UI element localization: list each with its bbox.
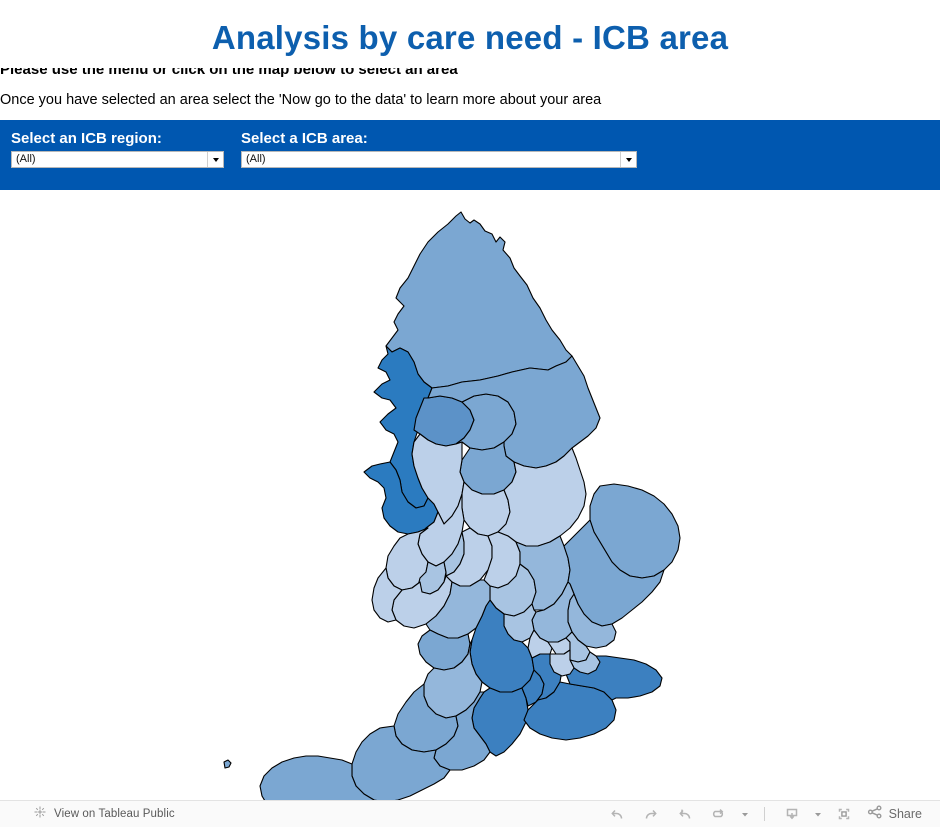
map-regions [223,211,681,800]
share-icon [867,804,883,825]
filter-banner: Select an ICB region: (All) Select a ICB… [0,120,940,298]
region-filter-label: Select an ICB region: [11,130,162,147]
region-filter-group: Select an ICB region: (All) [11,129,224,168]
view-on-tableau-public-link[interactable]: View on Tableau Public [33,805,175,824]
download-button[interactable] [775,801,809,828]
refresh-button[interactable] [702,801,736,828]
chevron-down-icon[interactable] [620,152,636,167]
map-region[interactable] [223,759,232,769]
area-filter-label: Select a ICB area: [241,130,368,147]
redo-button[interactable] [634,801,668,828]
toolbar-divider [763,807,765,821]
region-select-value: (All) [16,153,36,165]
area-filter-group: Select a ICB area: (All) [241,129,637,168]
fullscreen-button[interactable] [827,801,861,828]
tableau-link-label: View on Tableau Public [54,808,175,820]
revert-button[interactable] [668,801,702,828]
share-label: Share [888,807,922,821]
instruction-primary: Please use the menu or click on the map … [0,68,458,78]
page-title: Analysis by care need - ICB area [211,19,729,56]
share-button[interactable]: Share [861,801,932,828]
map-region[interactable] [549,649,575,677]
chevron-down-icon[interactable] [207,152,223,167]
undo-button[interactable] [600,801,634,828]
england-icb-choropleth-map[interactable] [0,190,940,800]
area-select-value: (All) [246,153,266,165]
toolbar-actions: Share [600,801,932,828]
tableau-toolbar: View on Tableau Public Share [0,800,940,827]
pause-updates-menu-icon[interactable] [736,801,754,828]
tableau-logo-icon [33,805,47,824]
region-select[interactable]: (All) [11,151,224,168]
instructions-block: Please use the menu or click on the map … [0,68,940,120]
download-menu-icon[interactable] [809,801,827,828]
area-select[interactable]: (All) [241,151,637,168]
map-container[interactable] [0,190,940,800]
instruction-secondary: Once you have selected an area select th… [0,92,602,108]
